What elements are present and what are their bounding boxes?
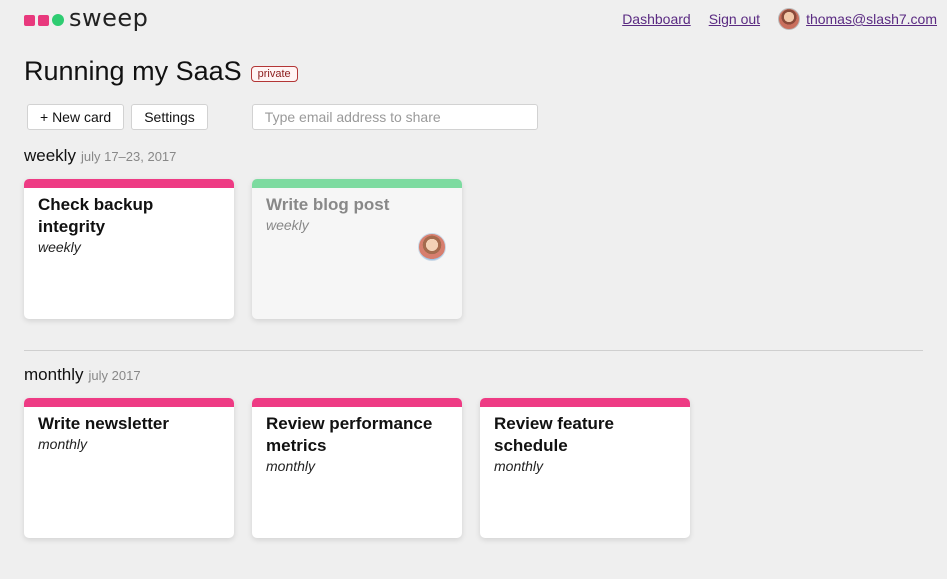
card-frequency: weekly bbox=[266, 217, 309, 233]
logo-square-2 bbox=[38, 14, 49, 26]
task-card[interactable]: Check backup integrity weekly bbox=[24, 179, 234, 319]
section-header: weekly july 17–23, 2017 bbox=[24, 146, 480, 166]
logo-dot bbox=[52, 14, 64, 26]
task-card[interactable]: Review feature schedule monthly bbox=[480, 398, 690, 538]
section-name: monthly bbox=[24, 365, 84, 384]
top-nav: Dashboard Sign out thomas@slash7.com bbox=[604, 8, 937, 30]
task-card[interactable]: Write newsletter monthly bbox=[24, 398, 234, 538]
toolbar: + New card Settings bbox=[27, 104, 538, 130]
task-card-completed[interactable]: Write blog post weekly bbox=[252, 179, 462, 319]
logo-wordmark: sweep bbox=[69, 4, 149, 32]
card-title: Check backup integrity bbox=[38, 195, 154, 236]
share-email-input[interactable] bbox=[251, 104, 538, 130]
logo-square-1 bbox=[24, 14, 35, 26]
card-title: Write blog post bbox=[266, 195, 390, 214]
card-color-bar bbox=[480, 398, 690, 407]
page-title: Running my SaaS bbox=[24, 56, 242, 86]
section-header: monthly july 2017 bbox=[24, 365, 708, 385]
task-card[interactable]: Review performance metrics monthly bbox=[252, 398, 462, 538]
section-monthly: monthly july 2017 Write newsletter month… bbox=[24, 365, 708, 538]
top-bar: sweep Dashboard Sign out thomas@slash7.c… bbox=[0, 0, 947, 36]
card-row: Check backup integrity weekly Write blog… bbox=[24, 179, 480, 319]
settings-button[interactable]: Settings bbox=[131, 104, 208, 130]
privacy-badge: private bbox=[250, 65, 298, 82]
user-menu[interactable]: thomas@slash7.com bbox=[778, 8, 937, 30]
card-color-bar bbox=[24, 179, 234, 188]
card-frequency: monthly bbox=[266, 458, 316, 474]
page-header: Running my SaaS private bbox=[24, 56, 298, 87]
card-row: Write newsletter monthly Review performa… bbox=[24, 398, 708, 538]
section-date-range: july 17–23, 2017 bbox=[80, 149, 177, 164]
card-color-bar bbox=[252, 179, 462, 188]
card-title: Review performance metrics bbox=[266, 414, 433, 455]
sweep-logo[interactable]: sweep bbox=[24, 4, 149, 34]
user-email-link[interactable]: thomas@slash7.com bbox=[806, 11, 937, 27]
card-title: Review feature schedule bbox=[494, 414, 614, 455]
section-name: weekly bbox=[24, 146, 76, 165]
assignee-avatar bbox=[418, 233, 446, 261]
card-frequency: monthly bbox=[38, 436, 88, 452]
section-divider bbox=[24, 350, 923, 351]
card-color-bar bbox=[252, 398, 462, 407]
card-frequency: weekly bbox=[38, 239, 81, 255]
signout-link[interactable]: Sign out bbox=[709, 11, 760, 27]
user-avatar bbox=[778, 8, 801, 30]
card-title: Write newsletter bbox=[38, 414, 170, 433]
card-color-bar bbox=[24, 398, 234, 407]
section-weekly: weekly july 17–23, 2017 Check backup int… bbox=[24, 146, 480, 319]
section-date-range: july 2017 bbox=[88, 368, 141, 383]
new-card-button[interactable]: + New card bbox=[27, 104, 125, 130]
card-frequency: monthly bbox=[494, 458, 544, 474]
dashboard-link[interactable]: Dashboard bbox=[622, 11, 691, 27]
